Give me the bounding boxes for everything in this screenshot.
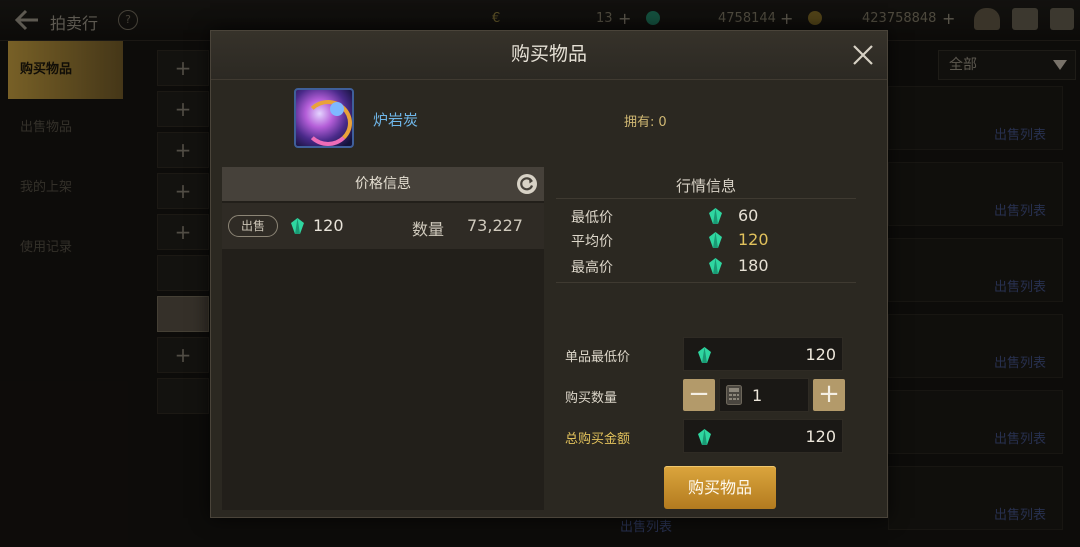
min-price-value: 60 xyxy=(738,206,759,225)
buy-button[interactable]: 购买物品 xyxy=(664,466,776,509)
avg-price-label: 平均价 xyxy=(571,234,613,250)
price-info-title: 价格信息 xyxy=(355,176,411,192)
listing-price: 120 xyxy=(313,216,344,235)
gem-icon xyxy=(709,232,722,248)
item-icon[interactable] xyxy=(294,88,354,148)
quantity-input[interactable]: 1 xyxy=(719,378,809,412)
increase-quantity-button[interactable]: + xyxy=(813,379,845,411)
owned-count: 拥有: 0 xyxy=(624,111,667,130)
max-price-label: 最高价 xyxy=(571,260,613,276)
quantity-value: 1 xyxy=(752,386,763,405)
gem-icon xyxy=(291,218,304,234)
refresh-icon[interactable] xyxy=(516,173,538,195)
decrease-quantity-button[interactable]: − xyxy=(683,379,715,411)
avg-price-value: 120 xyxy=(738,230,769,249)
gem-icon xyxy=(698,429,711,445)
owned-value: 0 xyxy=(658,115,667,130)
quantity-value: 73,227 xyxy=(467,216,523,235)
price-info-panel: 价格信息 出售 120 数量 73,227 xyxy=(222,167,544,510)
market-info-title: 行情信息 xyxy=(675,177,736,195)
quantity-label: 数量 xyxy=(412,220,445,239)
purchase-dialog: 购买物品 炉岩炭 拥有: 0 价格信息 出售 120 数量 73,227 行情信… xyxy=(210,30,888,518)
dialog-title: 购买物品 xyxy=(510,43,587,65)
owned-label: 拥有: xyxy=(624,115,655,130)
divider xyxy=(556,282,856,283)
price-info-header: 价格信息 xyxy=(222,167,544,201)
unit-min-price-field: 120 xyxy=(683,337,843,371)
buy-quantity-label: 购买数量 xyxy=(565,391,618,406)
calculator-icon[interactable] xyxy=(726,385,742,405)
total-amount-value: 120 xyxy=(805,427,836,446)
unit-min-price-value: 120 xyxy=(805,345,836,364)
listing-row[interactable]: 出售 120 数量 73,227 xyxy=(222,203,544,249)
total-amount-field: 120 xyxy=(683,419,843,453)
close-icon[interactable] xyxy=(851,43,875,67)
total-amount-label: 总购买金额 xyxy=(565,432,631,447)
item-name: 炉岩炭 xyxy=(373,111,419,129)
gem-icon xyxy=(698,347,711,363)
gem-icon xyxy=(709,258,722,274)
sell-tag: 出售 xyxy=(228,215,278,237)
min-price-label: 最低价 xyxy=(571,210,613,226)
dialog-header: 购买物品 xyxy=(211,31,887,80)
divider xyxy=(556,198,856,199)
max-price-value: 180 xyxy=(738,256,769,275)
gem-icon xyxy=(709,208,722,224)
unit-min-price-label: 单品最低价 xyxy=(565,350,631,365)
